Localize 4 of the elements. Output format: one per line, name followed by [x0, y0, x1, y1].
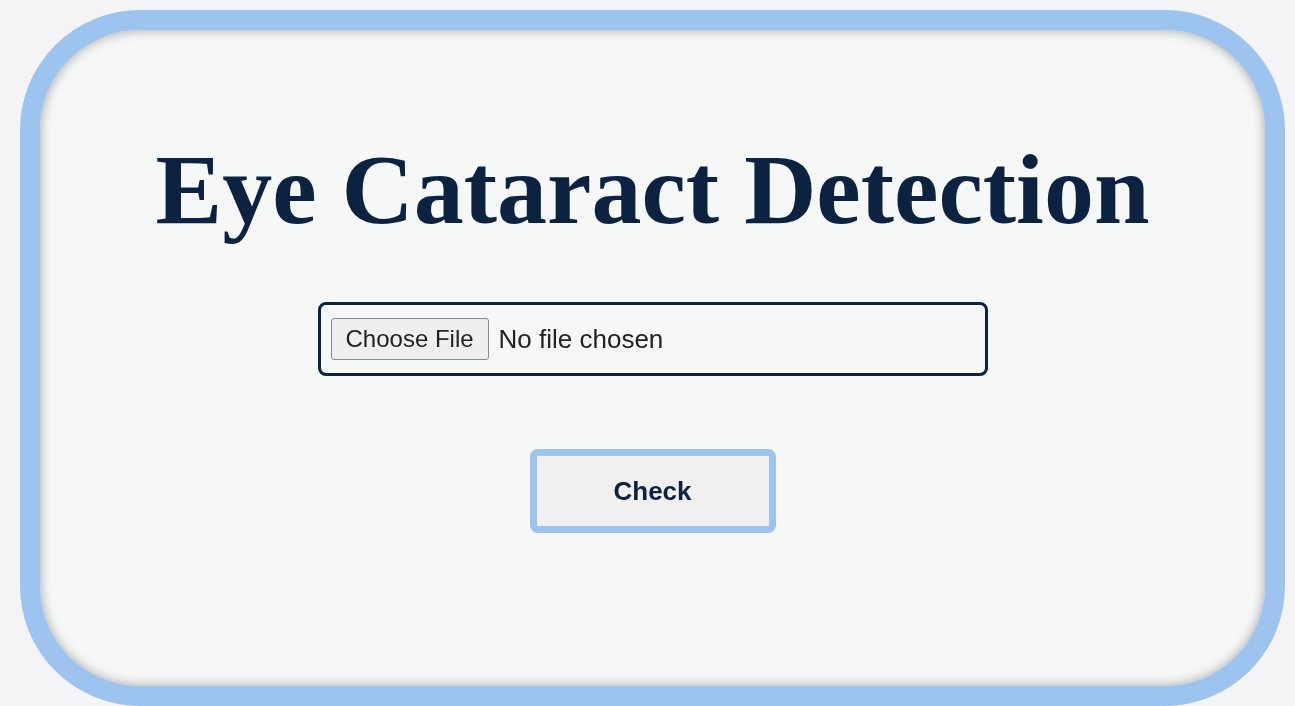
file-status-text: No file chosen [498, 322, 664, 356]
choose-file-button[interactable]: Choose File [330, 318, 489, 360]
check-button[interactable]: Check [529, 449, 776, 533]
file-input-field[interactable]: Choose File No file chosen [317, 302, 988, 376]
